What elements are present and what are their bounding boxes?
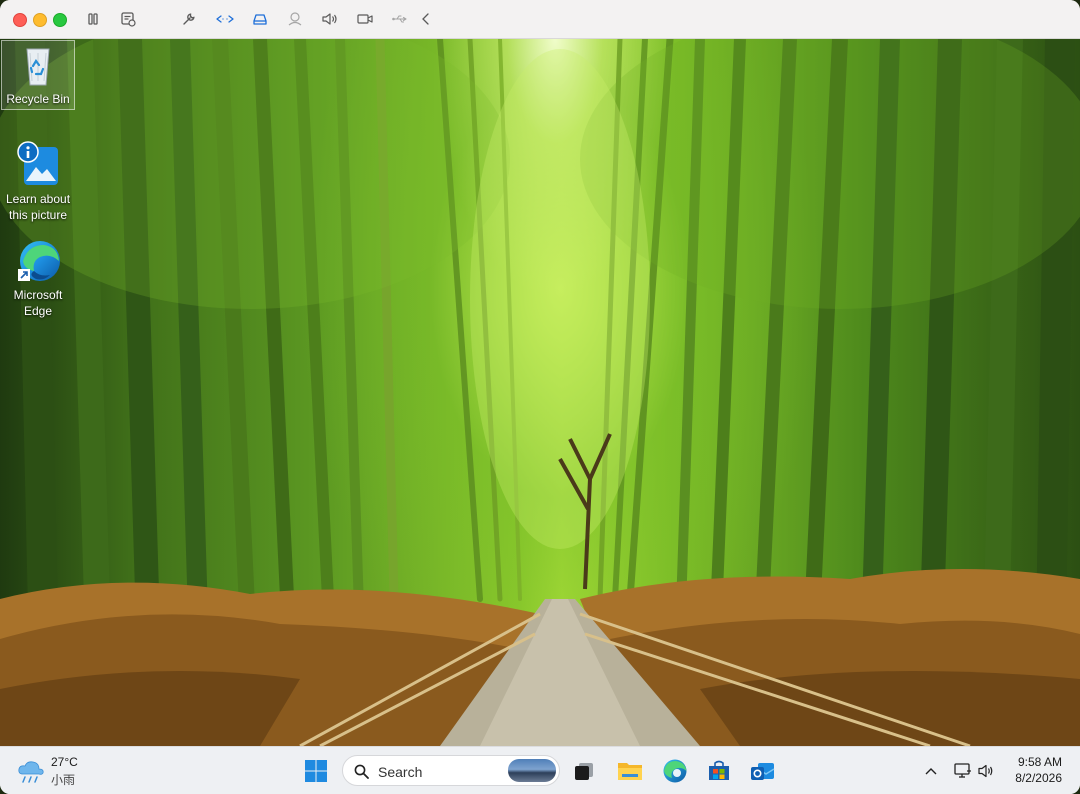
- drive-icon[interactable]: [250, 9, 270, 29]
- task-view-icon[interactable]: [569, 756, 599, 786]
- start-icon[interactable]: [301, 756, 331, 786]
- desktop-icon-label: Recycle Bin: [6, 92, 70, 106]
- learn-about-picture-shortcut[interactable]: Learn about this picture: [2, 141, 74, 223]
- edge-icon[interactable]: [660, 756, 690, 786]
- desktop-icon-label: Microsoft Edge: [13, 288, 63, 318]
- weather-temperature: 27°C: [51, 755, 78, 769]
- recycle-bin-shortcut[interactable]: Recycle Bin: [1, 40, 75, 110]
- edge-icon: [14, 237, 62, 285]
- wallpaper: [0, 39, 1080, 746]
- recycle-bin-icon: [14, 41, 62, 89]
- volume-icon[interactable]: [320, 9, 340, 29]
- camera-icon[interactable]: [355, 9, 375, 29]
- outlook-icon[interactable]: [748, 756, 778, 786]
- info-picture-icon: [14, 141, 62, 189]
- search-icon: [354, 764, 369, 779]
- weather-condition: 小雨: [51, 773, 76, 787]
- wrench-icon[interactable]: [179, 9, 199, 29]
- resize-icon[interactable]: [215, 9, 235, 29]
- weather-widget[interactable]: 27°C 小雨: [16, 754, 96, 788]
- rain-cloud-icon: [18, 761, 44, 783]
- system-clock[interactable]: 9:58 AM 8/2/2026: [992, 754, 1062, 786]
- clock-time: 9:58 AM: [1017, 755, 1062, 769]
- vm-window: Recycle Bin Learn about this picture Mic…: [0, 0, 1080, 794]
- snapshot-icon[interactable]: [118, 9, 138, 29]
- chevron-left-icon[interactable]: [416, 9, 436, 29]
- desktop[interactable]: Recycle Bin Learn about this picture Mic…: [0, 39, 1080, 746]
- usb-icon[interactable]: [390, 9, 410, 29]
- close-window-button[interactable]: [13, 13, 27, 27]
- search-placeholder: Search: [378, 764, 423, 780]
- user-icon[interactable]: [285, 9, 305, 29]
- search-input[interactable]: Search: [342, 755, 560, 786]
- store-icon[interactable]: [704, 756, 734, 786]
- show-hidden-icons-chevron-up-icon[interactable]: [921, 761, 941, 781]
- desktop-icon-label: Learn about this picture: [5, 192, 71, 222]
- microsoft-edge-shortcut[interactable]: Microsoft Edge: [2, 237, 74, 319]
- file-explorer-icon[interactable]: [615, 756, 645, 786]
- search-highlight-image[interactable]: [508, 759, 556, 782]
- pause-icon[interactable]: [83, 9, 103, 29]
- taskbar: 27°C 小雨 Search 9:58 AM 8/2/2026: [0, 746, 1080, 794]
- network-icon[interactable]: [953, 761, 973, 781]
- zoom-window-button[interactable]: [53, 13, 67, 27]
- vm-toolbar: [0, 0, 1080, 39]
- clock-date: 8/2/2026: [1015, 771, 1062, 785]
- minimize-window-button[interactable]: [33, 13, 47, 27]
